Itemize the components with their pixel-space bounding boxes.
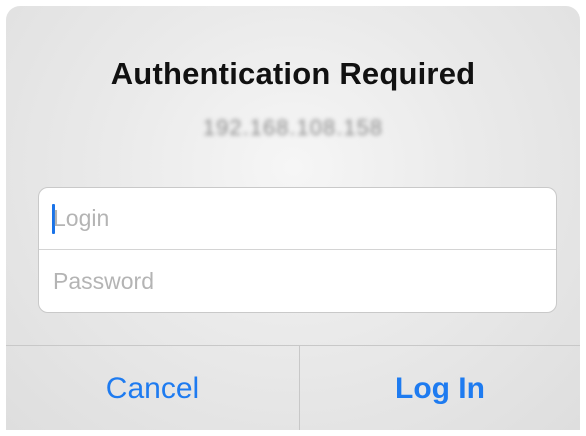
log-in-button[interactable]: Log In bbox=[300, 346, 580, 430]
password-field-row bbox=[39, 250, 556, 312]
host-address: 192.168.108.158 bbox=[202, 115, 384, 140]
dialog-title: Authentication Required bbox=[110, 56, 476, 91]
dialog-button-bar: Cancel Log In bbox=[6, 345, 580, 430]
password-input[interactable] bbox=[53, 250, 533, 312]
authentication-dialog: Authentication Required 192.168.108.158 … bbox=[6, 6, 580, 430]
login-field-row bbox=[39, 188, 556, 250]
cancel-button[interactable]: Cancel bbox=[6, 346, 299, 430]
login-input[interactable] bbox=[53, 188, 533, 249]
credentials-form bbox=[38, 187, 557, 313]
